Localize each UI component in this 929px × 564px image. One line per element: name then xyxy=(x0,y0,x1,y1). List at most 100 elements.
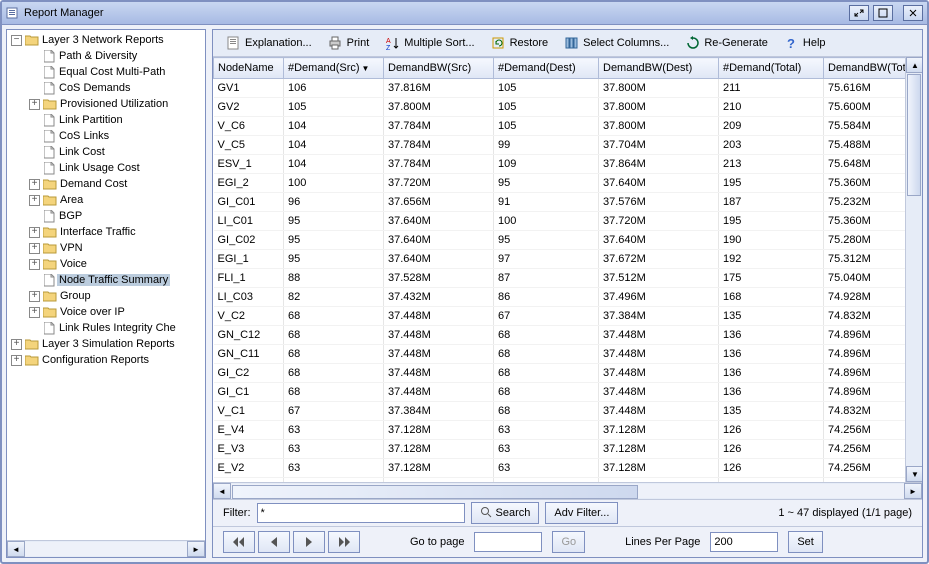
tree-expander[interactable]: + xyxy=(29,243,40,254)
tree-expander[interactable]: + xyxy=(11,339,22,350)
table-row[interactable]: E_V16337.128M6337.128M12674.256M xyxy=(214,478,906,483)
tree-item[interactable]: Link Partition xyxy=(7,112,205,128)
page-first-button[interactable] xyxy=(223,531,255,553)
table-row[interactable]: FLI_18837.528M8737.512M17575.040M xyxy=(214,269,906,288)
scroll-right-button[interactable]: ► xyxy=(187,541,205,557)
scroll-right-button[interactable]: ► xyxy=(904,483,922,499)
tree-expander[interactable]: + xyxy=(29,179,40,190)
tree-expander[interactable]: − xyxy=(11,35,22,46)
table-row[interactable]: GV110637.816M10537.800M21175.616M xyxy=(214,79,906,98)
close-button[interactable] xyxy=(903,5,923,21)
tree-expander[interactable]: + xyxy=(29,307,40,318)
table-row[interactable]: V_C26837.448M6737.384M13574.832M xyxy=(214,307,906,326)
tree-item[interactable]: +Provisioned Utilization xyxy=(7,96,205,112)
column-header[interactable]: #Demand(Total) xyxy=(719,58,824,79)
h-scroll-thumb[interactable] xyxy=(232,485,638,499)
tree-item[interactable]: +Area xyxy=(7,192,205,208)
page-last-button[interactable] xyxy=(328,531,360,553)
table-row[interactable]: E_V26337.128M6337.128M12674.256M xyxy=(214,459,906,478)
table-h-scrollbar[interactable]: ◄ ► xyxy=(213,482,922,499)
tree-expander[interactable]: + xyxy=(11,355,22,366)
table-row[interactable]: GI_C26837.448M6837.448M13674.896M xyxy=(214,364,906,383)
lines-per-page-input[interactable] xyxy=(710,532,778,552)
column-header[interactable]: #Demand(Src)▼ xyxy=(284,58,384,79)
explanation-button[interactable]: Explanation... xyxy=(219,33,319,54)
tree-expander[interactable]: + xyxy=(29,99,40,110)
table-row[interactable]: GN_C116837.448M6837.448M13674.896M xyxy=(214,345,906,364)
table-row[interactable]: E_V36337.128M6337.128M12674.256M xyxy=(214,440,906,459)
tree-item[interactable]: Link Cost xyxy=(7,144,205,160)
scroll-left-button[interactable]: ◄ xyxy=(213,483,231,499)
page-next-button[interactable] xyxy=(293,531,325,553)
column-header[interactable]: DemandBW(Dest) xyxy=(599,58,719,79)
tree-item[interactable]: +Configuration Reports xyxy=(7,352,205,368)
tree-expander[interactable]: + xyxy=(29,195,40,206)
table-cell: 168 xyxy=(719,288,824,307)
report-tree[interactable]: −Layer 3 Network ReportsPath & Diversity… xyxy=(7,30,205,540)
filter-input[interactable] xyxy=(257,503,465,523)
set-button[interactable]: Set xyxy=(788,531,823,553)
tree-item[interactable]: BGP xyxy=(7,208,205,224)
help-button[interactable]: ? Help xyxy=(777,33,833,54)
table-row[interactable]: EGI_19537.640M9737.672M19275.312M xyxy=(214,250,906,269)
tree-expander[interactable]: + xyxy=(29,291,40,302)
table-row[interactable]: GI_C029537.640M9537.640M19075.280M xyxy=(214,231,906,250)
tree-item[interactable]: +Layer 3 Simulation Reports xyxy=(7,336,205,352)
tree-item[interactable]: Equal Cost Multi-Path xyxy=(7,64,205,80)
adv-filter-button[interactable]: Adv Filter... xyxy=(545,502,618,524)
table-row[interactable]: E_V46337.128M6337.128M12674.256M xyxy=(214,421,906,440)
go-button[interactable]: Go xyxy=(552,531,585,553)
minimize-button[interactable] xyxy=(849,5,869,21)
tree-item[interactable]: Path & Diversity xyxy=(7,48,205,64)
table-row[interactable]: V_C16737.384M6837.448M13574.832M xyxy=(214,402,906,421)
table-cell: 105 xyxy=(494,117,599,136)
table-row[interactable]: LI_C038237.432M8637.496M16874.928M xyxy=(214,288,906,307)
table-row[interactable]: GI_C019637.656M9137.576M18775.232M xyxy=(214,193,906,212)
goto-page-input[interactable] xyxy=(474,532,542,552)
table-row[interactable]: EGI_210037.720M9537.640M19575.360M xyxy=(214,174,906,193)
tree-expander[interactable]: + xyxy=(29,259,40,270)
tree-h-scrollbar[interactable]: ◄ ► xyxy=(7,540,205,557)
scroll-left-button[interactable]: ◄ xyxy=(7,541,25,557)
table-row[interactable]: V_C510437.784M9937.704M20375.488M xyxy=(214,136,906,155)
table-row[interactable]: ESV_110437.784M10937.864M21375.648M xyxy=(214,155,906,174)
tree-item[interactable]: +Group xyxy=(7,288,205,304)
select-columns-button[interactable]: Select Columns... xyxy=(557,33,676,54)
sort-icon: AZ xyxy=(385,36,400,51)
multiple-sort-button[interactable]: AZ Multiple Sort... xyxy=(378,33,481,54)
table-cell: 211 xyxy=(719,79,824,98)
table-row[interactable]: GI_C16837.448M6837.448M13674.896M xyxy=(214,383,906,402)
table-row[interactable]: GV210537.800M10537.800M21075.600M xyxy=(214,98,906,117)
tree-item[interactable]: −Layer 3 Network Reports xyxy=(7,32,205,48)
column-header[interactable]: DemandBW(Src) xyxy=(384,58,494,79)
regenerate-button[interactable]: Re-Generate xyxy=(678,33,775,54)
search-button[interactable]: Search xyxy=(471,502,540,524)
table-row[interactable]: V_C610437.784M10537.800M20975.584M xyxy=(214,117,906,136)
tree-item[interactable]: +Voice over IP xyxy=(7,304,205,320)
column-header[interactable]: #Demand(Dest) xyxy=(494,58,599,79)
tree-item[interactable]: Link Rules Integrity Che xyxy=(7,320,205,336)
table-row[interactable]: LI_C019537.640M10037.720M19575.360M xyxy=(214,212,906,231)
tree-expander[interactable]: + xyxy=(29,227,40,238)
table-row[interactable]: GN_C126837.448M6837.448M13674.896M xyxy=(214,326,906,345)
tree-item[interactable]: +Voice xyxy=(7,256,205,272)
scroll-down-button[interactable]: ▼ xyxy=(906,466,922,482)
tree-item[interactable]: +Demand Cost xyxy=(7,176,205,192)
column-header[interactable]: DemandBW(Tota xyxy=(824,58,906,79)
tree-item[interactable]: CoS Links xyxy=(7,128,205,144)
page-prev-button[interactable] xyxy=(258,531,290,553)
tree-item[interactable]: +Interface Traffic xyxy=(7,224,205,240)
scroll-up-button[interactable]: ▲ xyxy=(906,57,922,73)
tree-item[interactable]: +VPN xyxy=(7,240,205,256)
column-header[interactable]: NodeName xyxy=(214,58,284,79)
table-v-scrollbar[interactable]: ▲ ▼ xyxy=(905,57,922,482)
scroll-thumb[interactable] xyxy=(907,74,921,196)
tree-item[interactable]: CoS Demands xyxy=(7,80,205,96)
tree-item[interactable]: Link Usage Cost xyxy=(7,160,205,176)
print-button[interactable]: Print xyxy=(321,33,377,54)
maximize-button[interactable] xyxy=(873,5,893,21)
titlebar: Report Manager xyxy=(2,2,927,25)
tree-item[interactable]: Node Traffic Summary xyxy=(7,272,205,288)
table-scroll[interactable]: NodeName#Demand(Src)▼DemandBW(Src)#Deman… xyxy=(213,57,905,482)
restore-button[interactable]: Restore xyxy=(484,33,556,54)
